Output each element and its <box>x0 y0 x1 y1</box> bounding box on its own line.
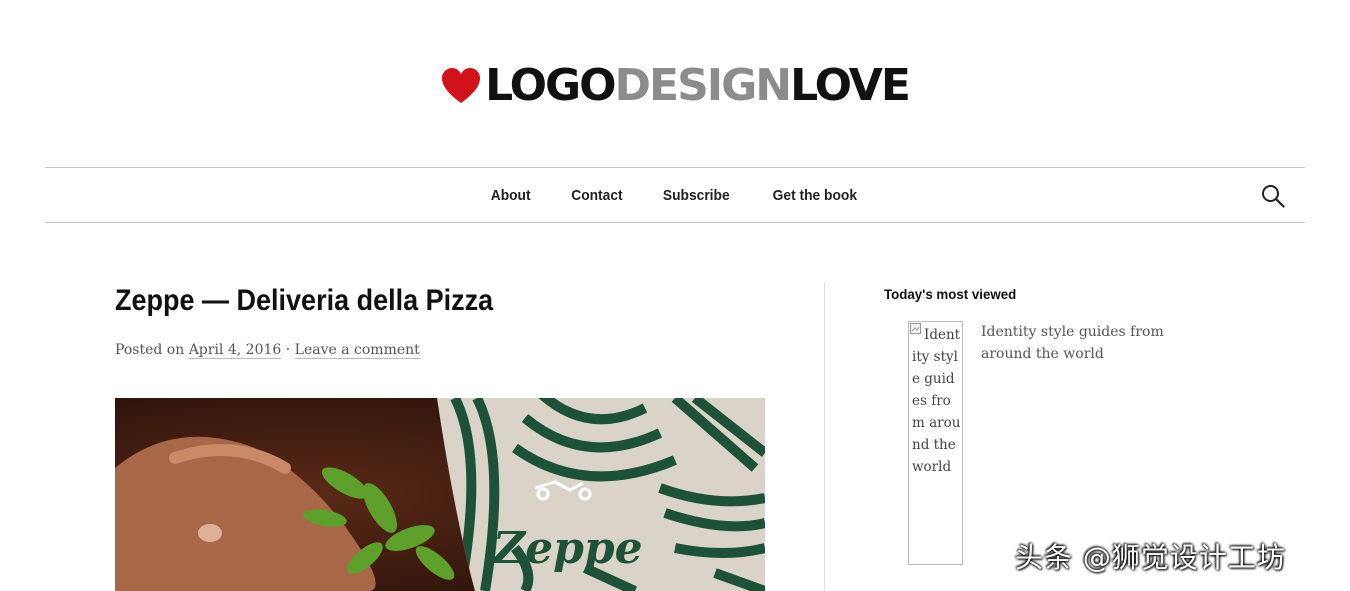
site-logo[interactable]: LOGODESIGNLOVE <box>0 62 1350 110</box>
nav-item-contact[interactable]: Contact <box>571 187 622 204</box>
main-navigation: About Contact Subscribe Get the book <box>45 167 1305 223</box>
post-title[interactable]: Zeppe — Deliveria della Pizza <box>115 284 493 318</box>
post-meta: Posted on April 4, 2016 · Leave a commen… <box>115 342 420 359</box>
nav-menu: About Contact Subscribe Get the book <box>45 168 1305 222</box>
logo-part-design: DESIGN <box>614 60 793 111</box>
thumbnail-alt-text: Identity style guides from around the wo… <box>912 327 961 475</box>
nav-item-about[interactable]: About <box>491 187 531 204</box>
post-thumbnail[interactable]: Identity style guides from around the wo… <box>908 321 963 565</box>
nav-item-subscribe[interactable]: Subscribe <box>663 187 730 204</box>
sidebar-widget-title: Today's most viewed <box>884 286 1017 302</box>
posted-on-label: Posted on <box>115 342 185 358</box>
leave-comment-link[interactable]: Leave a comment <box>294 342 420 359</box>
logo-wordmark: LOGODESIGNLOVE <box>485 60 911 111</box>
sidebar-post-link[interactable]: Identity style guides from around the wo… <box>981 321 1171 365</box>
search-icon[interactable] <box>1261 184 1285 208</box>
sidebar-divider <box>824 283 825 591</box>
hero-brand-text: Zeppe <box>491 523 643 574</box>
watermark-text: 头条 @狮觉设计工坊 <box>1015 541 1286 574</box>
post-date-link[interactable]: April 4, 2016 <box>188 342 282 359</box>
meta-separator: · <box>285 342 291 358</box>
logo-part-logo: LOGO <box>485 60 616 111</box>
logo-part-love: LOVE <box>790 60 911 111</box>
nav-item-get-the-book[interactable]: Get the book <box>773 187 857 204</box>
post-hero-image[interactable]: Zeppe <box>115 398 765 591</box>
hero-illustration: Zeppe <box>115 398 765 591</box>
heart-icon <box>442 68 481 103</box>
